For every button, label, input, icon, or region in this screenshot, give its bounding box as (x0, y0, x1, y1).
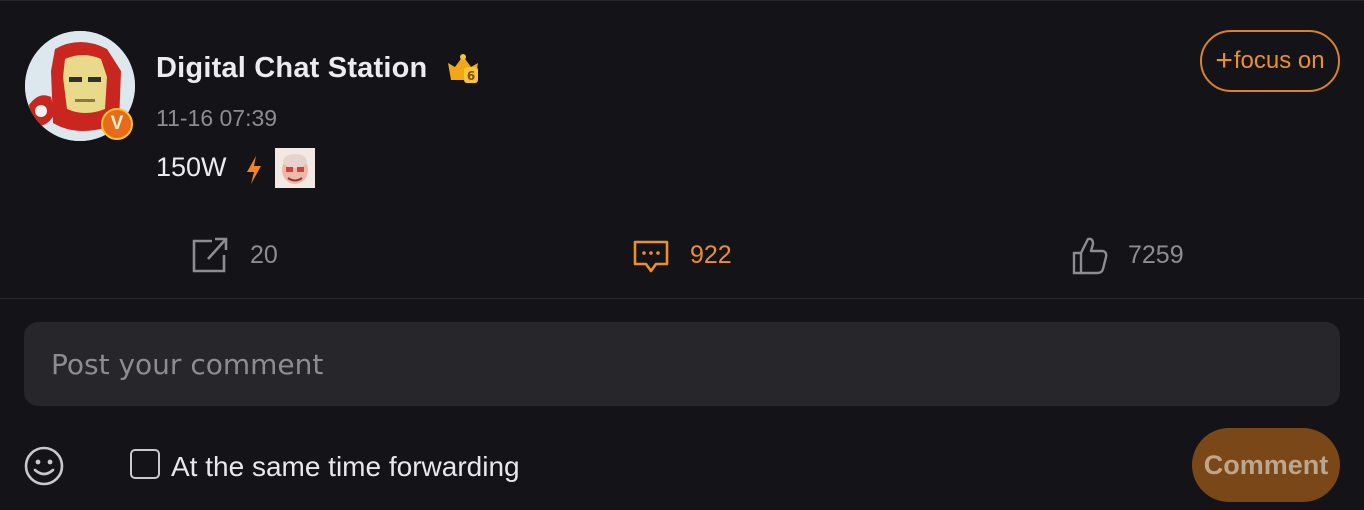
follow-button[interactable]: + focus on (1200, 30, 1340, 92)
divider (0, 298, 1364, 299)
username[interactable]: Digital Chat Station (156, 52, 427, 85)
like-count: 7259 (1128, 240, 1184, 269)
share-count: 20 (250, 240, 278, 269)
submit-comment-button[interactable]: Comment (1192, 428, 1340, 502)
post-timestamp: 11-16 07:39 (156, 105, 278, 131)
sticker-emoji-icon (275, 148, 315, 188)
crown-icon: 6 (448, 54, 478, 83)
forward-label[interactable]: At the same time forwarding (171, 451, 520, 483)
forward-checkbox[interactable] (130, 449, 160, 479)
verified-badge-icon: V (101, 108, 133, 140)
comment-input[interactable] (24, 322, 1340, 406)
lightning-bolt-icon (247, 156, 261, 184)
plus-icon: + (1215, 44, 1233, 77)
share-button[interactable]: 20 (190, 232, 278, 278)
thumbs-up-icon (1072, 237, 1108, 275)
like-button[interactable]: 7259 (1072, 232, 1184, 278)
comment-count: 922 (690, 240, 732, 269)
comment-action-button[interactable]: 922 (632, 232, 732, 278)
smiley-icon[interactable] (23, 445, 65, 487)
crown-level: 6 (467, 69, 475, 83)
weibo-post-card: V Digital Chat Station 6 11-16 07:39 150… (0, 0, 1364, 510)
share-icon (192, 237, 228, 273)
follow-label: focus on (1233, 47, 1325, 74)
comment-icon (633, 240, 669, 273)
top-border (0, 0, 1364, 1)
post-text: 150W (156, 152, 227, 182)
